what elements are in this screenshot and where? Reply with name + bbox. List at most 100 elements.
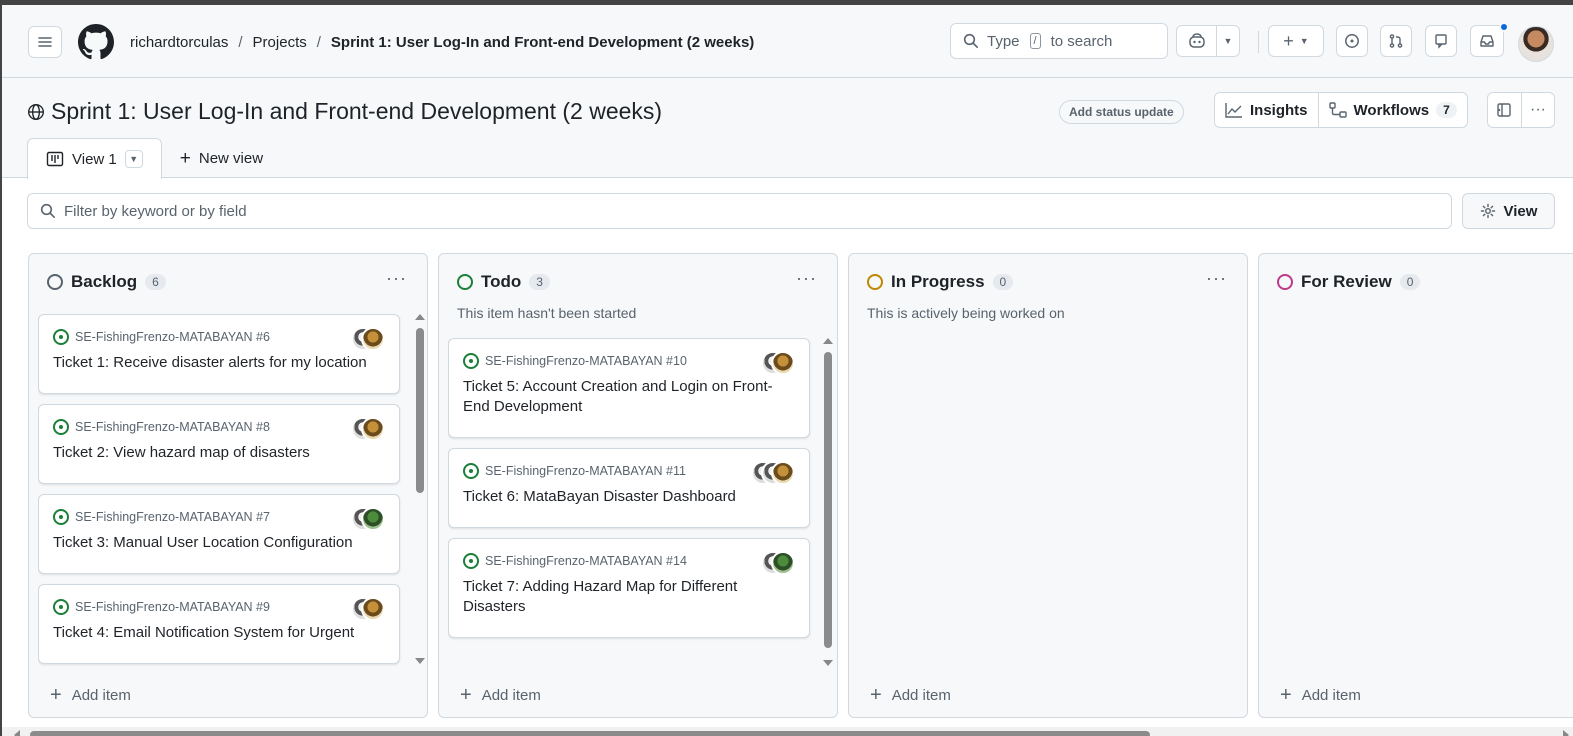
scrollbar-thumb[interactable]	[416, 328, 424, 493]
view-options-button[interactable]: View	[1462, 193, 1555, 229]
card-repo[interactable]: SE-FishingFrenzo-MATABAYAN #7	[75, 510, 270, 524]
issue-card[interactable]: SE-FishingFrenzo-MATABAYAN #7 Ticket 3: …	[38, 494, 400, 574]
new-view-button[interactable]: + New view	[162, 138, 281, 179]
insights-button[interactable]: Insights	[1215, 93, 1318, 127]
workflows-button[interactable]: Workflows 7	[1317, 93, 1467, 127]
add-status-update-button[interactable]: Add status update	[1059, 100, 1184, 124]
assignee-avatars[interactable]	[351, 327, 385, 351]
add-item-label: Add item	[71, 686, 131, 704]
add-item-button[interactable]: + Add item	[1280, 685, 1361, 705]
kebab-horizontal-icon[interactable]: ···	[1206, 268, 1227, 289]
plus-icon: +	[1280, 684, 1292, 706]
pull-requests-icon[interactable]	[1380, 25, 1412, 57]
kebab-horizontal-icon[interactable]: ···	[1520, 93, 1554, 127]
search-suffix: to search	[1050, 32, 1113, 50]
avatar	[771, 461, 795, 485]
page-title: Sprint 1: User Log-In and Front-end Deve…	[27, 98, 662, 125]
scrollbar-thumb[interactable]	[824, 352, 832, 648]
card-title[interactable]: Ticket 3: Manual User Location Configura…	[53, 533, 385, 553]
breadcrumb-project[interactable]: Sprint 1: User Log-In and Front-end Deve…	[331, 34, 754, 51]
issues-icon[interactable]	[1336, 25, 1368, 57]
assignee-avatars[interactable]	[761, 551, 795, 575]
column-title: In Progress	[891, 272, 985, 291]
copilot-icon[interactable]	[1177, 26, 1217, 56]
create-new-button[interactable]: + ▼	[1268, 25, 1324, 57]
breadcrumb: richardtorculas / Projects / Sprint 1: U…	[130, 34, 754, 51]
issue-card[interactable]: SE-FishingFrenzo-MATABAYAN #6 Ticket 1: …	[38, 314, 400, 394]
filter-input[interactable]: Filter by keyword or by field	[27, 193, 1452, 229]
issue-card[interactable]: SE-FishingFrenzo-MATABAYAN #8 Ticket 2: …	[38, 404, 400, 484]
avatar	[361, 597, 385, 621]
avatar	[771, 351, 795, 375]
status-circle-icon	[867, 274, 883, 290]
column-title: For Review	[1301, 272, 1392, 291]
sidepanel-icon[interactable]	[1488, 93, 1521, 127]
issue-card[interactable]: SE-FishingFrenzo-MATABAYAN #14 Ticket 7:…	[448, 538, 810, 638]
issue-opened-icon	[463, 353, 479, 369]
github-logo-icon[interactable]	[78, 24, 114, 60]
issue-opened-icon	[53, 509, 69, 525]
chevron-down-icon[interactable]: ▼	[124, 150, 143, 168]
vertical-scrollbar[interactable]	[415, 314, 425, 664]
tab-view-1-label: View 1	[72, 150, 117, 168]
tab-view-1[interactable]: View 1 ▼	[27, 138, 162, 179]
assignee-avatars[interactable]	[751, 461, 795, 485]
global-search-input[interactable]: Type / to search	[950, 23, 1168, 59]
view-button-label: View	[1503, 202, 1538, 220]
column-title: Backlog	[71, 272, 138, 291]
card-repo[interactable]: SE-FishingFrenzo-MATABAYAN #8	[75, 420, 270, 434]
horizontal-scrollbar[interactable]	[2, 727, 1573, 736]
issue-card[interactable]: SE-FishingFrenzo-MATABAYAN #11 Ticket 6:…	[448, 448, 810, 528]
scroll-up-arrow-icon[interactable]	[823, 338, 833, 344]
breadcrumb-projects[interactable]: Projects	[253, 34, 307, 51]
scroll-up-arrow-icon[interactable]	[415, 314, 425, 320]
assignee-avatars[interactable]	[351, 507, 385, 531]
scroll-left-arrow-icon[interactable]	[14, 730, 20, 736]
card-repo[interactable]: SE-FishingFrenzo-MATABAYAN #9	[75, 600, 270, 614]
card-repo[interactable]: SE-FishingFrenzo-MATABAYAN #14	[485, 554, 687, 568]
filter-placeholder: Filter by keyword or by field	[64, 202, 247, 220]
globe-icon	[28, 103, 44, 120]
workflows-label: Workflows	[1353, 101, 1430, 119]
plus-icon: +	[50, 684, 62, 706]
column-count: 0	[1399, 274, 1421, 290]
breadcrumb-owner[interactable]: richardtorculas	[130, 34, 228, 51]
card-repo[interactable]: SE-FishingFrenzo-MATABAYAN #6	[75, 330, 270, 344]
card-title[interactable]: Ticket 2: View hazard map of disasters	[53, 443, 385, 463]
card-title[interactable]: Ticket 1: Receive disaster alerts for my…	[53, 353, 385, 373]
card-repo[interactable]: SE-FishingFrenzo-MATABAYAN #11	[485, 464, 686, 478]
issue-card[interactable]: SE-FishingFrenzo-MATABAYAN #9 Ticket 4: …	[38, 584, 400, 664]
card-title[interactable]: Ticket 6: MataBayan Disaster Dashboard	[463, 487, 795, 507]
status-circle-icon	[47, 274, 63, 290]
add-item-button[interactable]: + Add item	[50, 685, 131, 705]
scroll-down-arrow-icon[interactable]	[823, 660, 833, 666]
assignee-avatars[interactable]	[351, 417, 385, 441]
view-tabs: View 1 ▼ + New view	[27, 138, 281, 179]
assignee-avatars[interactable]	[351, 597, 385, 621]
copilot-button[interactable]: ▼	[1176, 25, 1240, 57]
kebab-horizontal-icon[interactable]: ···	[386, 268, 407, 289]
scrollbar-thumb[interactable]	[30, 731, 1150, 736]
assignee-avatars[interactable]	[761, 351, 795, 375]
card-title[interactable]: Ticket 4: Email Notification System for …	[53, 623, 385, 643]
menu-icon[interactable]	[28, 26, 62, 58]
scroll-down-arrow-icon[interactable]	[415, 658, 425, 664]
plus-icon: +	[1283, 30, 1294, 51]
vertical-scrollbar[interactable]	[823, 338, 833, 666]
issue-card[interactable]: SE-FishingFrenzo-MATABAYAN #10 Ticket 5:…	[448, 338, 810, 438]
issue-opened-icon	[463, 463, 479, 479]
card-repo[interactable]: SE-FishingFrenzo-MATABAYAN #10	[485, 354, 687, 368]
board-icon	[46, 151, 64, 167]
kebab-horizontal-icon[interactable]: ···	[796, 268, 817, 289]
workflow-icon	[1328, 102, 1347, 118]
scroll-right-arrow-icon[interactable]	[1563, 730, 1569, 736]
card-title[interactable]: Ticket 7: Adding Hazard Map for Differen…	[463, 577, 795, 617]
chevron-down-icon[interactable]: ▼	[1217, 26, 1239, 56]
card-title[interactable]: Ticket 5: Account Creation and Login on …	[463, 377, 795, 417]
breadcrumb-separator: /	[238, 34, 243, 51]
discussions-icon[interactable]	[1425, 25, 1457, 57]
add-item-button[interactable]: + Add item	[460, 685, 541, 705]
global-header: richardtorculas / Projects / Sprint 1: U…	[2, 5, 1573, 78]
add-item-button[interactable]: + Add item	[870, 685, 951, 705]
user-avatar[interactable]	[1518, 26, 1554, 62]
